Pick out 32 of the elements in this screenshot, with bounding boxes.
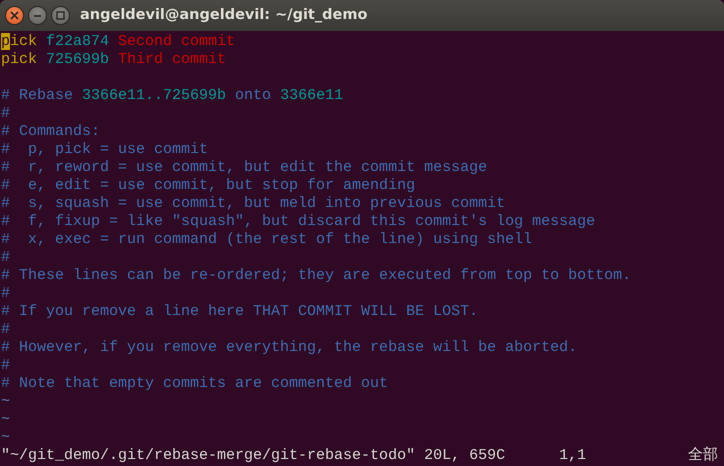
code-line: # s, squash = use commit, but meld into previous commit xyxy=(1,195,506,213)
code-line: # These lines can be re-ordered; they are executed from top to bottom. xyxy=(1,267,632,285)
code-line: pick 725699b Third commit xyxy=(1,51,228,69)
code-line: # Rebase 3366e11..725699b onto 3366e11 xyxy=(1,87,344,105)
empty-line-marker: ~ xyxy=(1,411,12,429)
code-line: pick f22a874 Second commit xyxy=(1,33,236,51)
file-info: "~/git_demo/.git/rebase-merge/git-rebase-todo" 20L, 659C xyxy=(1,447,506,465)
minimize-icon xyxy=(34,14,41,16)
code-line: # xyxy=(1,321,12,339)
empty-line-marker: ~ xyxy=(1,393,12,411)
code-line: # x, exec = run command (the rest of the line) using shell xyxy=(1,231,534,249)
maximize-icon xyxy=(56,11,65,20)
code-line: # However, if you remove everything, the rebase will be aborted. xyxy=(1,339,578,357)
code-line: # Note that empty commits are commented out xyxy=(1,375,390,393)
maximize-button[interactable] xyxy=(51,6,70,25)
code-line: # xyxy=(1,249,12,267)
scroll-position: 全部 xyxy=(688,447,718,465)
code-line: # xyxy=(1,105,12,123)
close-icon xyxy=(10,11,19,20)
minimize-button[interactable] xyxy=(28,6,47,25)
code-line: # p, pick = use commit xyxy=(1,141,210,159)
empty-line-marker: ~ xyxy=(1,429,12,447)
code-line: # xyxy=(1,357,12,375)
code-line: # e, edit = use commit, but stop for amending xyxy=(1,177,416,195)
cursor-position: 1,1 xyxy=(559,447,586,465)
code-line: # Commands: xyxy=(1,123,102,141)
code-line: # If you remove a line here THAT COMMIT WILL BE LOST. xyxy=(1,303,480,321)
code-line: # f, fixup = like "squash", but discard this commit's log message xyxy=(1,213,596,231)
code-line: # r, reword = use commit, but edit the commit message xyxy=(1,159,488,177)
code-line: # xyxy=(1,285,12,303)
close-button[interactable] xyxy=(5,6,24,25)
window-title: angeldevil@angeldevil: ~/git_demo xyxy=(80,6,368,25)
